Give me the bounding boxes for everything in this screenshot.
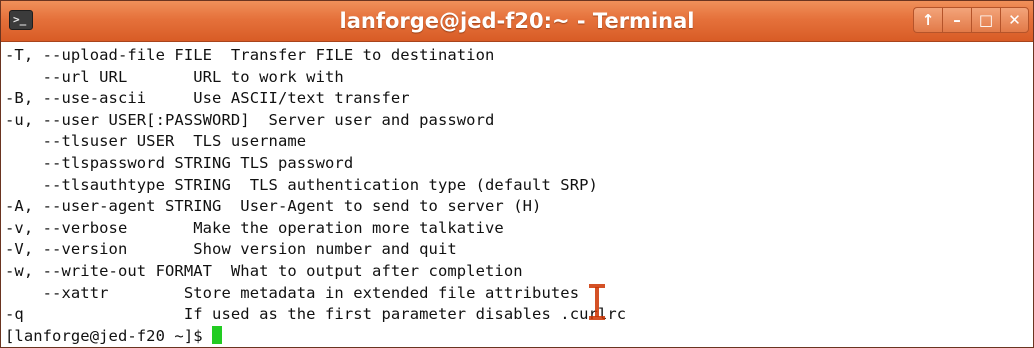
text-cursor — [212, 325, 223, 344]
terminal-output[interactable]: -T, --upload-file FILE Transfer FILE to … — [5, 45, 1033, 347]
terminal-line: --url URL URL to work with — [5, 67, 344, 86]
terminal-window: >_ lanforge@jed-f20:~ - Terminal ↑ – □ ✕… — [0, 0, 1034, 348]
terminal-line: --tlspassword STRING TLS password — [5, 153, 354, 172]
terminal-line: -A, --user-agent STRING User-Agent to se… — [5, 197, 542, 216]
terminal-line: -v, --verbose Make the operation more ta… — [5, 218, 504, 237]
terminal-line: -q If used as the first parameter disabl… — [5, 305, 627, 324]
terminal-line: --xattr Store metadata in extended file … — [5, 283, 580, 302]
arrow-up-icon: ↑ — [921, 11, 935, 29]
terminal-line: -B, --use-ascii Use ASCII/text transfer — [5, 89, 410, 108]
window-controls: ↑ – □ ✕ — [913, 7, 1029, 33]
terminal-line: -T, --upload-file FILE Transfer FILE to … — [5, 46, 495, 64]
command-prompt[interactable]: [lanforge@jed-f20 ~]$ — [5, 325, 1033, 347]
close-button[interactable]: ✕ — [1000, 7, 1029, 33]
minimize-button[interactable]: – — [942, 7, 971, 33]
ibeam-cursor-icon — [589, 284, 605, 320]
prompt-text: [lanforge@jed-f20 ~]$ — [5, 326, 213, 345]
maximize-icon: □ — [978, 11, 994, 29]
terminal-line: -u, --user USER[:PASSWORD] Server user a… — [5, 110, 495, 129]
window-title: lanforge@jed-f20:~ - Terminal — [339, 9, 695, 33]
terminal-line: --tlsuser USER TLS username — [5, 132, 307, 151]
terminal-line: -V, --version Show version number and qu… — [5, 240, 457, 259]
maximize-button[interactable]: □ — [971, 7, 1000, 33]
close-icon: ✕ — [1008, 11, 1021, 29]
terminal-line: --tlsauthtype STRING TLS authentication … — [5, 175, 598, 194]
minimize-icon: – — [953, 11, 961, 29]
shade-up-button[interactable]: ↑ — [913, 7, 942, 33]
title-bar[interactable]: >_ lanforge@jed-f20:~ - Terminal ↑ – □ ✕ — [1, 1, 1033, 42]
terminal-line: -w, --write-out FORMAT What to output af… — [5, 261, 523, 280]
